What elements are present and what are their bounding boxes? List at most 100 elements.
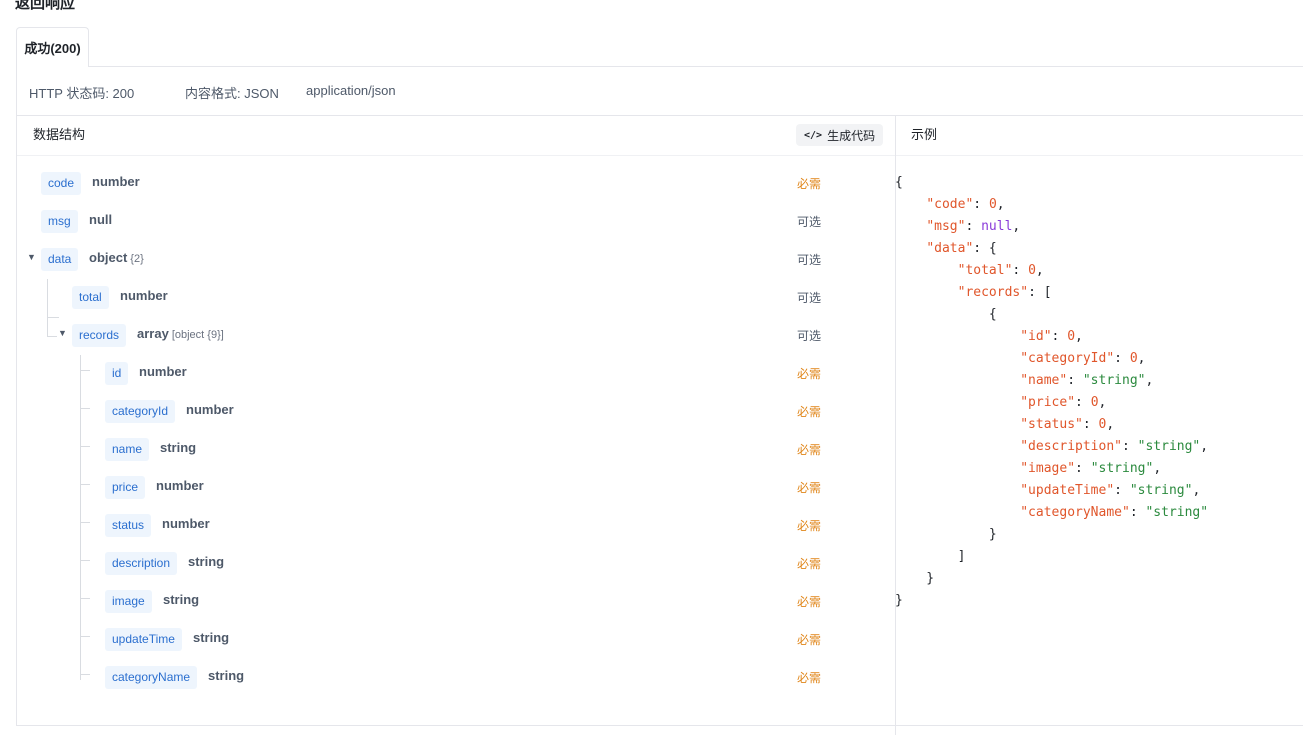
example-header: 示例 (911, 127, 938, 142)
response-meta: HTTP 状态码: 200 内容格式: JSON application/jso… (17, 67, 1303, 116)
example-json-line: "categoryId": 0, (1020, 351, 1146, 366)
field-name: msg (41, 210, 78, 233)
field-name: status (105, 514, 152, 537)
tree-guide-line (47, 336, 57, 337)
schema-row-name: name string 必需 (17, 430, 895, 468)
field-name: id (105, 362, 129, 385)
field-type: string (193, 630, 230, 645)
tree-guide-line (80, 446, 90, 447)
schema-row-description: description string 必需 (17, 544, 895, 582)
example-json-line: "records": [ (957, 285, 1052, 300)
field-required-flag: 必需 (797, 177, 822, 191)
field-required-flag: 必需 (797, 595, 822, 609)
example-json-line: "msg": null, (926, 219, 1021, 234)
field-required-flag: 可选 (797, 291, 822, 305)
expand-caret-icon[interactable]: ▼ (27, 252, 36, 262)
tree-guide-line (80, 355, 81, 680)
field-required-flag: 必需 (797, 671, 822, 685)
example-json-line: "id": 0, (1020, 329, 1083, 344)
field-type: number (186, 402, 234, 417)
field-name: categoryName (105, 666, 198, 689)
example-json-line: "image": "string", (1020, 461, 1162, 476)
example-json-line: } (895, 593, 903, 608)
tree-guide-line (80, 560, 90, 561)
schema-row-categoryId: categoryId number 必需 (17, 392, 895, 430)
example-json-line: { (895, 307, 997, 322)
example-json-line: "description": "string", (1020, 439, 1209, 454)
example-json-line: "data": { (926, 241, 997, 256)
field-type: null (89, 212, 113, 227)
example-json-line: "code": 0, (926, 197, 1005, 212)
generate-code-label: 生成代码 (827, 128, 876, 143)
schema-row-data: ▼ data object {2} 可选 (17, 240, 895, 278)
field-type: object {2} (89, 250, 144, 265)
schema-row-code: code number 必需 (17, 164, 895, 202)
field-required-flag: 必需 (797, 443, 822, 457)
field-required-flag: 必需 (797, 557, 822, 571)
field-required-flag: 可选 (797, 253, 822, 267)
schema-row-id: id number 必需 (17, 354, 895, 392)
field-name: code (41, 172, 82, 195)
field-required-flag: 必需 (797, 481, 822, 495)
field-required-flag: 可选 (797, 215, 822, 229)
tree-guide-line (80, 674, 90, 675)
schema-row-price: price number 必需 (17, 468, 895, 506)
field-type: array [object {9}] (137, 326, 224, 341)
schema-row-categoryName: categoryName string 必需 (17, 658, 895, 696)
example-json-line: "status": 0, (1020, 417, 1115, 432)
expand-caret-icon[interactable]: ▼ (58, 328, 67, 338)
example-json-line: "categoryName": "string" (1020, 505, 1209, 520)
tree-guide-line (80, 522, 90, 523)
field-required-flag: 必需 (797, 633, 822, 647)
field-name: categoryId (105, 400, 176, 423)
tree-guide-line (80, 370, 90, 371)
field-type: string (160, 440, 197, 455)
example-json-line: "price": 0, (1020, 395, 1107, 410)
field-required-flag: 可选 (797, 329, 822, 343)
code-icon: </> (804, 129, 823, 141)
field-name: updateTime (105, 628, 182, 651)
field-type: number (92, 174, 140, 189)
tree-guide-line (80, 408, 90, 409)
schema-row-image: image string 必需 (17, 582, 895, 620)
header-divider (17, 155, 1303, 156)
schema-row-msg: msg null 可选 (17, 202, 895, 240)
field-type-detail: [object {9}] (171, 329, 224, 341)
schema-row-total: total number 可选 (17, 278, 895, 316)
field-required-flag: 必需 (797, 519, 822, 533)
schema-row-records: ▼ records array [object {9}] 可选 (17, 316, 895, 354)
tree-guide-line (80, 598, 90, 599)
field-name: image (105, 590, 152, 613)
field-type: string (208, 668, 245, 683)
section-title: 返回响应 (15, 0, 76, 12)
example-json-line: "name": "string", (1020, 373, 1154, 388)
field-type: string (188, 554, 225, 569)
field-type-detail: {2} (130, 253, 144, 265)
tree-guide-line (80, 636, 90, 637)
example-json-line: { (895, 175, 903, 190)
example-json-line: ] (895, 549, 966, 564)
field-name: description (105, 552, 178, 575)
example-json-line: } (895, 571, 935, 586)
field-type: string (163, 592, 200, 607)
http-status-code: HTTP 状态码: 200 (29, 86, 135, 101)
field-name: data (41, 248, 79, 271)
schema-header: 数据结构 (33, 127, 86, 142)
field-name: name (105, 438, 150, 461)
field-required-flag: 必需 (797, 405, 822, 419)
generate-code-button[interactable]: </> 生成代码 (796, 124, 884, 146)
field-required-flag: 必需 (797, 367, 822, 381)
field-name: records (72, 324, 127, 347)
tree-guide-line (47, 317, 59, 318)
field-name: total (72, 286, 109, 309)
content-format: 内容格式: JSON (185, 86, 279, 101)
mime-type: application/json (306, 83, 396, 98)
example-json-line: "updateTime": "string", (1020, 483, 1201, 498)
field-type: number (162, 516, 210, 531)
schema-row-updateTime: updateTime string 必需 (17, 620, 895, 658)
tree-guide-line (47, 279, 48, 336)
field-type: number (139, 364, 187, 379)
example-json-line: "total": 0, (957, 263, 1044, 278)
example-json: { "code": 0, "msg": null, "data": { "tot… (895, 172, 1208, 612)
tab-success-200[interactable]: 成功(200) (16, 27, 89, 67)
